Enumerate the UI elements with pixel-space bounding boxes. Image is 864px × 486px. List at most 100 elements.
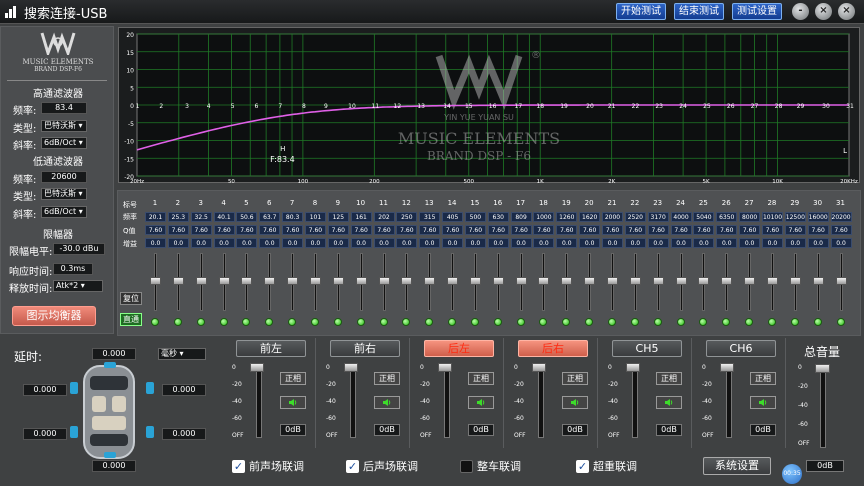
band-slider-knob[interactable] [287,277,299,285]
band-gain-input[interactable]: 0.0 [624,238,646,248]
band-slider-knob[interactable] [332,277,344,285]
band-enable-led[interactable] [151,318,159,326]
band-freq-input[interactable]: 10100 [761,212,783,222]
band-gain-input[interactable]: 0.0 [533,238,555,248]
delay-center-input[interactable]: 0.000 [92,348,136,360]
channel-fader-knob[interactable] [532,363,546,372]
band-enable-led[interactable] [836,318,845,326]
band-slider-knob[interactable] [561,277,573,285]
band-freq-input[interactable]: 1620 [579,212,601,222]
band-gain-input[interactable]: 0.0 [602,238,623,248]
band-gain-input[interactable]: 0.0 [647,238,669,248]
band-freq-input[interactable]: 20200 [830,212,852,222]
band-enable-led[interactable] [790,318,799,326]
band-freq-input[interactable]: 315 [419,212,441,222]
band-gain-input[interactable]: 0.0 [213,238,235,248]
band-slider-knob[interactable] [355,277,367,285]
channel-mute-button[interactable] [280,396,306,409]
link-checkbox[interactable]: ✓ [346,459,359,473]
band-slider-knob[interactable] [698,277,710,285]
band-freq-input[interactable]: 1260 [556,212,578,222]
band-freq-input[interactable]: 25.3 [167,212,189,222]
band-enable-led[interactable] [767,318,776,326]
band-q-input[interactable]: 7.60 [304,225,326,235]
band-enable-led[interactable] [676,318,685,326]
band-q-input[interactable]: 7.60 [350,225,372,235]
link-checkbox[interactable]: ✓ [576,459,589,473]
band-q-input[interactable]: 7.60 [830,225,852,235]
band-slider-knob[interactable] [835,277,847,285]
band-freq-input[interactable]: 6350 [716,212,738,222]
band-freq-input[interactable]: 63.7 [259,212,281,222]
band-gain-input[interactable]: 0.0 [419,238,441,248]
band-gain-input[interactable]: 0.0 [190,238,212,248]
band-freq-input[interactable]: 1000 [533,212,555,222]
band-slider-knob[interactable] [378,277,390,285]
band-q-input[interactable]: 7.60 [761,225,783,235]
band-enable-led[interactable] [196,318,205,326]
link-checkbox[interactable] [460,459,473,473]
band-q-input[interactable]: 7.60 [533,225,555,235]
master-fader-knob[interactable] [815,364,830,373]
lpf-freq-input[interactable]: 20600 [41,171,87,183]
channel-fader-knob[interactable] [438,363,452,372]
channel-phase-button[interactable]: 正相 [750,372,776,385]
band-gain-input[interactable]: 0.0 [350,238,372,248]
channel-fader-track[interactable] [632,364,638,438]
band-enable-led[interactable] [173,318,182,326]
system-settings-button[interactable]: 系统设置 [703,457,771,475]
channel-fader-knob[interactable] [626,363,640,372]
band-q-input[interactable]: 7.60 [739,225,761,235]
band-q-input[interactable]: 7.60 [807,225,829,235]
minimize-icon[interactable]: - [792,3,809,20]
delay-front-right-input[interactable]: 0.000 [162,384,206,396]
delay-front-left-input[interactable]: 0.000 [23,384,67,396]
band-slider-knob[interactable] [675,277,687,285]
channel-name-button[interactable]: CH6 [706,340,776,357]
band-slider-knob[interactable] [492,277,504,285]
channel-phase-button[interactable]: 正相 [656,372,682,385]
band-gain-input[interactable]: 0.0 [464,238,486,248]
band-freq-input[interactable]: 161 [350,212,372,222]
band-q-input[interactable]: 7.60 [579,225,601,235]
band-freq-input[interactable]: 20.1 [145,212,166,222]
band-enable-led[interactable] [379,318,388,326]
band-slider-knob[interactable] [538,277,550,285]
band-gain-input[interactable]: 0.0 [145,238,166,248]
band-q-input[interactable]: 7.60 [487,225,509,235]
hpf-freq-input[interactable]: 83.4 [41,102,87,114]
channel-fader-knob[interactable] [720,363,734,372]
band-q-input[interactable]: 7.60 [213,225,235,235]
band-gain-input[interactable]: 0.0 [716,238,738,248]
band-freq-input[interactable]: 202 [373,212,395,222]
band-slider-knob[interactable] [401,277,413,285]
band-slider-knob[interactable] [424,277,436,285]
band-freq-input[interactable]: 2520 [624,212,646,222]
band-gain-input[interactable]: 0.0 [510,238,532,248]
channel-fader-track[interactable] [444,364,450,438]
band-slider-knob[interactable] [812,277,824,285]
band-q-input[interactable]: 7.60 [259,225,281,235]
band-slider-knob[interactable] [607,277,618,285]
band-slider-knob[interactable] [789,277,801,285]
band-freq-input[interactable]: 8000 [739,212,761,222]
channel-phase-button[interactable]: 正相 [280,372,306,385]
band-q-input[interactable]: 7.60 [167,225,189,235]
delay-rear-right-input[interactable]: 0.000 [162,428,206,440]
channel-name-button[interactable]: 前右 [330,340,400,357]
band-gain-input[interactable]: 0.0 [807,238,829,248]
close-icon[interactable]: × [838,3,855,20]
band-enable-led[interactable] [653,318,662,326]
band-freq-input[interactable]: 405 [442,212,464,222]
band-freq-input[interactable]: 12500 [784,212,806,222]
band-freq-input[interactable]: 40.1 [213,212,235,222]
band-q-input[interactable]: 7.60 [510,225,532,235]
graphic-eq-button[interactable]: 图示均衡器 [12,306,96,326]
band-q-input[interactable]: 7.60 [282,225,304,235]
band-gain-input[interactable]: 0.0 [282,238,304,248]
bypass-button[interactable]: 直通 [120,313,142,326]
band-enable-led[interactable] [608,318,616,326]
band-slider-knob[interactable] [515,277,527,285]
band-q-input[interactable]: 7.60 [602,225,623,235]
band-q-input[interactable]: 7.60 [624,225,646,235]
